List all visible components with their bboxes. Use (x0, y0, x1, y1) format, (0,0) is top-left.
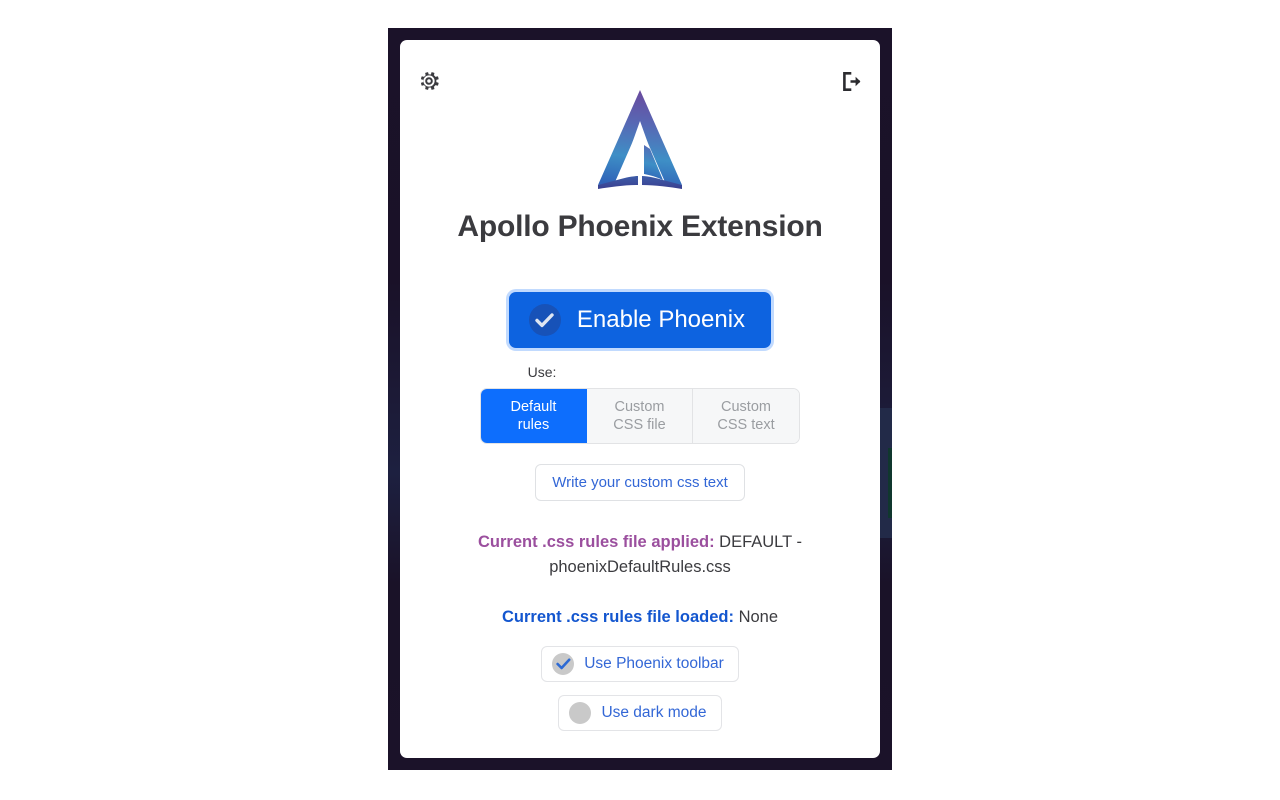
status-loaded-value: None (738, 608, 779, 626)
use-label: Use: (527, 364, 557, 380)
enable-phoenix-label: Enable Phoenix (576, 306, 746, 333)
status-loaded-key: Current .css rules file loaded: (501, 608, 734, 626)
enable-phoenix-button[interactable]: Enable Phoenix (508, 292, 772, 348)
check-icon (552, 653, 575, 675)
dark-mode-toggle-row: Use dark mode (400, 695, 880, 731)
toolbar-toggle-row: Use Phoenix toolbar (400, 646, 880, 682)
status-rules-file-applied: Current .css rules file applied: DEFAULT… (424, 530, 856, 580)
extension-popup-frame: Apollo Phoenix Extension Enable Phoenix … (388, 28, 892, 770)
apollo-phoenix-logo (598, 90, 682, 189)
segment-default-rules[interactable]: Default rules (481, 389, 587, 443)
segment-custom-css-text-line1: Custom (721, 398, 771, 415)
frame-tint-navy (880, 408, 892, 538)
frame-tint-green (888, 448, 892, 518)
css-source-selector: Default rules Custom CSS file Custom CSS… (400, 388, 880, 444)
use-dark-mode-toggle[interactable]: Use dark mode (558, 695, 722, 731)
css-source-group: Default rules Custom CSS file Custom CSS… (480, 388, 800, 444)
status-rules-file-loaded: Current .css rules file loaded: None (424, 605, 856, 630)
app-logo (400, 77, 880, 203)
use-phoenix-toolbar-toggle[interactable]: Use Phoenix toolbar (541, 646, 739, 682)
status-applied-key: Current .css rules file applied: (478, 533, 715, 551)
use-dark-mode-label: Use dark mode (601, 704, 707, 721)
write-css-row: Write your custom css text (400, 464, 880, 501)
enable-check-icon (528, 304, 561, 336)
page-title: Apollo Phoenix Extension (457, 210, 823, 243)
segment-custom-css-text[interactable]: Custom CSS text (693, 389, 799, 443)
circle-icon (569, 702, 592, 724)
segment-custom-css-file-line2: CSS file (613, 417, 666, 433)
segment-default-rules-line1: Default (510, 398, 557, 415)
enable-phoenix-row: Enable Phoenix (400, 292, 880, 348)
segment-custom-css-text-line2: CSS text (717, 417, 775, 433)
extension-popup-card: Apollo Phoenix Extension Enable Phoenix … (400, 40, 880, 758)
use-phoenix-toolbar-label: Use Phoenix toolbar (584, 655, 724, 672)
write-custom-css-button[interactable]: Write your custom css text (535, 464, 745, 501)
screen: Apollo Phoenix Extension Enable Phoenix … (0, 0, 1280, 800)
segment-custom-css-file[interactable]: Custom CSS file (587, 389, 693, 443)
segment-default-rules-line2: rules (517, 417, 550, 433)
segment-custom-css-file-line1: Custom (614, 398, 665, 415)
